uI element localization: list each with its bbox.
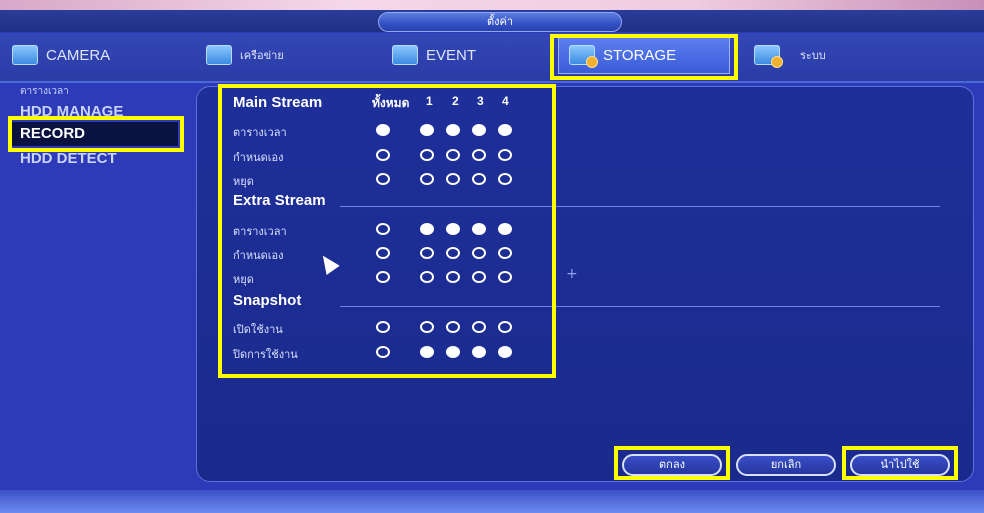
- camera-icon: [12, 45, 38, 65]
- radio-channel-4[interactable]: [498, 321, 512, 333]
- radio-all[interactable]: [376, 321, 390, 333]
- separator: [340, 206, 940, 207]
- row-label: ตารางเวลา: [233, 225, 287, 238]
- row-label: หยุด: [233, 175, 254, 188]
- radio-channel-4[interactable]: [498, 223, 512, 235]
- row-label: กำหนดเอง: [233, 249, 284, 262]
- radio-channel-3[interactable]: [472, 124, 486, 136]
- radio-channel-1[interactable]: [420, 173, 434, 185]
- radio-channel-2[interactable]: [446, 149, 460, 161]
- tab-system-label: ระบบ: [800, 50, 826, 62]
- radio-channel-2[interactable]: [446, 173, 460, 185]
- header-ch1: 1: [426, 94, 433, 108]
- tab-camera[interactable]: CAMERA: [12, 36, 110, 74]
- radio-channel-3[interactable]: [472, 223, 486, 235]
- section-main-stream: Main Stream: [233, 94, 323, 111]
- radio-channel-2[interactable]: [446, 321, 460, 333]
- sidebar-item-hdd-detect[interactable]: HDD DETECT: [20, 150, 117, 167]
- radio-channel-3[interactable]: [472, 149, 486, 161]
- apply-button[interactable]: นำไปใช้: [850, 454, 950, 476]
- radio-channel-4[interactable]: [498, 149, 512, 161]
- tab-storage[interactable]: STORAGE: [558, 36, 730, 74]
- header-ch2: 2: [452, 94, 459, 108]
- radio-channel-4[interactable]: [498, 124, 512, 136]
- sidebar-item-record[interactable]: RECORD: [12, 122, 178, 146]
- tab-event-label: EVENT: [426, 46, 477, 64]
- radio-all[interactable]: [376, 149, 390, 161]
- row-label: กำหนดเอง: [233, 151, 284, 164]
- network-icon: [206, 45, 232, 65]
- radio-channel-2[interactable]: [446, 346, 460, 358]
- radio-channel-2[interactable]: [446, 124, 460, 136]
- radio-channel-4[interactable]: [498, 271, 512, 283]
- sidebar-item-schedule[interactable]: ตารางเวลา: [20, 84, 69, 99]
- window-title: ตั้งค่า: [378, 12, 622, 32]
- tab-camera-label: CAMERA: [46, 46, 111, 64]
- radio-channel-3[interactable]: [472, 271, 486, 283]
- header-all: ทั้งหมด: [372, 96, 410, 110]
- footer-bar: [0, 490, 984, 513]
- ok-button[interactable]: ตกลง: [622, 454, 722, 476]
- tab-storage-label: STORAGE: [603, 46, 677, 64]
- radio-all[interactable]: [376, 173, 390, 185]
- tab-system[interactable]: ระบบ: [754, 36, 826, 74]
- storage-icon: [569, 45, 598, 68]
- radio-all[interactable]: [376, 271, 390, 283]
- crosshair-icon: +: [566, 266, 578, 282]
- radio-channel-4[interactable]: [498, 247, 512, 259]
- header-ch3: 3: [477, 94, 484, 108]
- row-label: หยุด: [233, 273, 254, 286]
- radio-channel-1[interactable]: [420, 247, 434, 259]
- record-panel: [196, 86, 974, 482]
- radio-channel-2[interactable]: [446, 271, 460, 283]
- radio-channel-1[interactable]: [420, 271, 434, 283]
- radio-channel-4[interactable]: [498, 346, 512, 358]
- radio-all[interactable]: [376, 247, 390, 259]
- section-snapshot: Snapshot: [233, 292, 302, 309]
- radio-channel-3[interactable]: [472, 247, 486, 259]
- sidebar-item-hdd-manage[interactable]: HDD MANAGE: [20, 103, 123, 120]
- radio-all[interactable]: [376, 346, 390, 358]
- row-label: ปิดการใช้งาน: [233, 348, 298, 361]
- radio-channel-4[interactable]: [498, 173, 512, 185]
- radio-channel-2[interactable]: [446, 247, 460, 259]
- radio-channel-3[interactable]: [472, 321, 486, 333]
- tab-event[interactable]: EVENT: [392, 36, 476, 74]
- row-label: ตารางเวลา: [233, 126, 287, 139]
- radio-channel-2[interactable]: [446, 223, 460, 235]
- section-extra-stream: Extra Stream: [233, 192, 326, 209]
- radio-channel-3[interactable]: [472, 173, 486, 185]
- tab-network-label: เครือข่าย: [240, 50, 284, 62]
- tab-network[interactable]: เครือข่าย: [206, 36, 284, 74]
- radio-all[interactable]: [376, 124, 390, 136]
- radio-channel-1[interactable]: [420, 124, 434, 136]
- system-icon: [754, 45, 783, 68]
- row-label: เปิดใช้งาน: [233, 323, 283, 336]
- header-ch4: 4: [502, 94, 509, 108]
- radio-channel-1[interactable]: [420, 346, 434, 358]
- separator: [340, 306, 940, 307]
- radio-channel-1[interactable]: [420, 223, 434, 235]
- event-icon: [392, 45, 418, 65]
- radio-channel-1[interactable]: [420, 149, 434, 161]
- radio-all[interactable]: [376, 223, 390, 235]
- tab-bar: [0, 33, 984, 83]
- screen-glare: [0, 0, 984, 10]
- radio-channel-1[interactable]: [420, 321, 434, 333]
- cancel-button[interactable]: ยกเลิก: [736, 454, 836, 476]
- radio-channel-3[interactable]: [472, 346, 486, 358]
